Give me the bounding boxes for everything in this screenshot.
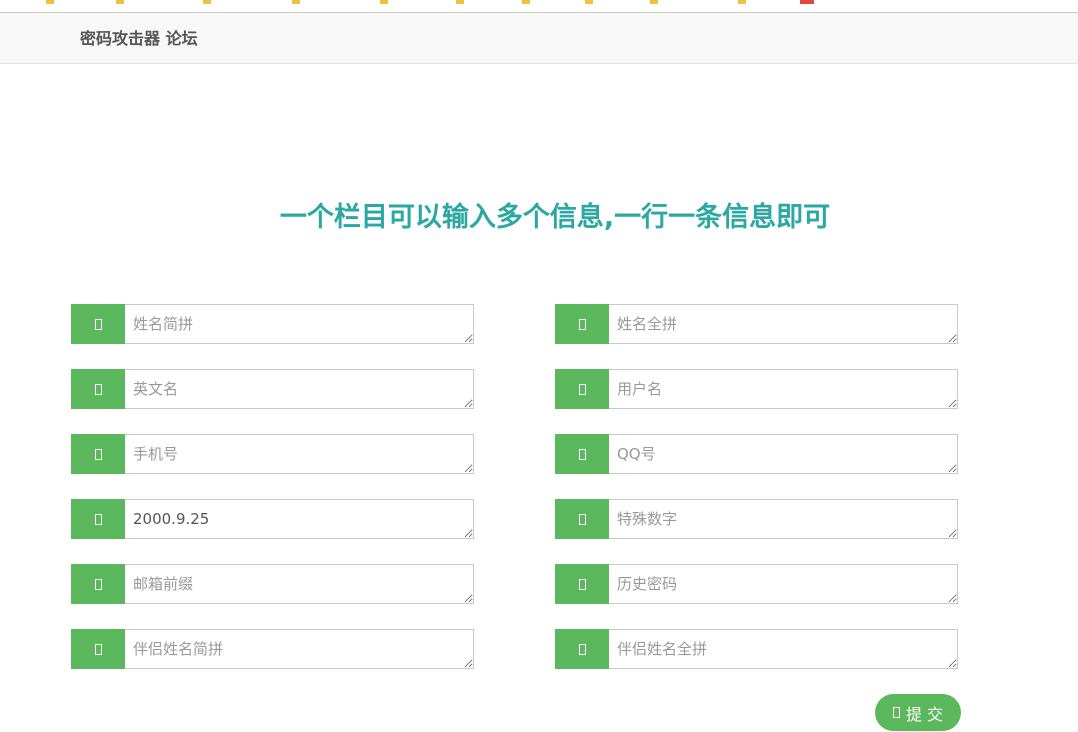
- field-phone: [71, 434, 474, 474]
- field-addon: [555, 304, 609, 344]
- name-initials-input[interactable]: [125, 304, 474, 344]
- field-partner-full: [555, 629, 958, 669]
- special-number-input[interactable]: [609, 499, 958, 539]
- pencil-icon: [94, 318, 102, 330]
- email-prefix-input[interactable]: [125, 564, 474, 604]
- field-name-initials: [71, 304, 474, 344]
- bookmark-icon[interactable]: [203, 0, 211, 4]
- pencil-icon: [94, 578, 102, 590]
- navbar: 密码攻击器 论坛: [0, 13, 1078, 64]
- field-special-number: [555, 499, 958, 539]
- field-addon: [555, 564, 609, 604]
- pencil-icon: [94, 448, 102, 460]
- page-title: 一个栏目可以输入多个信息,一行一条信息即可: [279, 202, 831, 233]
- field-addon: [555, 434, 609, 474]
- field-addon: [71, 304, 125, 344]
- field-username: [555, 369, 958, 409]
- field-addon: [71, 564, 125, 604]
- bookmark-icon[interactable]: [522, 0, 530, 4]
- bookmark-icon[interactable]: [46, 0, 54, 4]
- bookmark-icon[interactable]: [738, 0, 746, 4]
- bookmark-icon[interactable]: [585, 0, 593, 4]
- field-addon: [555, 629, 609, 669]
- field-email-prefix: [71, 564, 474, 604]
- bookmark-icon[interactable]: [456, 0, 464, 4]
- submit-label: 提 交: [905, 704, 944, 724]
- field-addon: [555, 499, 609, 539]
- pencil-icon: [578, 318, 586, 330]
- pencil-icon: [94, 383, 102, 395]
- pencil-icon: [94, 513, 102, 525]
- submit-button[interactable]: 提 交: [875, 694, 961, 731]
- field-addon: [71, 629, 125, 669]
- phone-input[interactable]: [125, 434, 474, 474]
- bookmark-icon[interactable]: [292, 0, 300, 4]
- pencil-icon: [578, 448, 586, 460]
- bookmark-icon[interactable]: [650, 0, 658, 4]
- partner-full-input[interactable]: [609, 629, 958, 669]
- username-input[interactable]: [609, 369, 958, 409]
- pencil-icon: [578, 643, 586, 655]
- bookmark-icon[interactable]: [800, 0, 814, 4]
- pencil-icon: [94, 643, 102, 655]
- field-birthday: 2000.9.25: [71, 499, 474, 539]
- field-addon: [555, 369, 609, 409]
- field-addon: [71, 499, 125, 539]
- brand-link[interactable]: 密码攻击器 论坛: [80, 29, 198, 49]
- bookmarks-bar: [0, 0, 1078, 13]
- field-name-full: [555, 304, 958, 344]
- qq-input[interactable]: [609, 434, 958, 474]
- field-english-name: [71, 369, 474, 409]
- english-name-input[interactable]: [125, 369, 474, 409]
- field-old-password: [555, 564, 958, 604]
- partner-initials-input[interactable]: [125, 629, 474, 669]
- field-qq: [555, 434, 958, 474]
- old-password-input[interactable]: [609, 564, 958, 604]
- pencil-icon: [578, 578, 586, 590]
- field-partner-initials: [71, 629, 474, 669]
- pencil-icon: [578, 513, 586, 525]
- name-full-input[interactable]: [609, 304, 958, 344]
- bookmark-icon[interactable]: [116, 0, 124, 4]
- field-addon: [71, 434, 125, 474]
- pencil-icon: [578, 383, 586, 395]
- field-addon: [71, 369, 125, 409]
- birthday-input[interactable]: 2000.9.25: [125, 499, 474, 539]
- bookmark-icon[interactable]: [380, 0, 388, 4]
- check-icon: [892, 707, 900, 718]
